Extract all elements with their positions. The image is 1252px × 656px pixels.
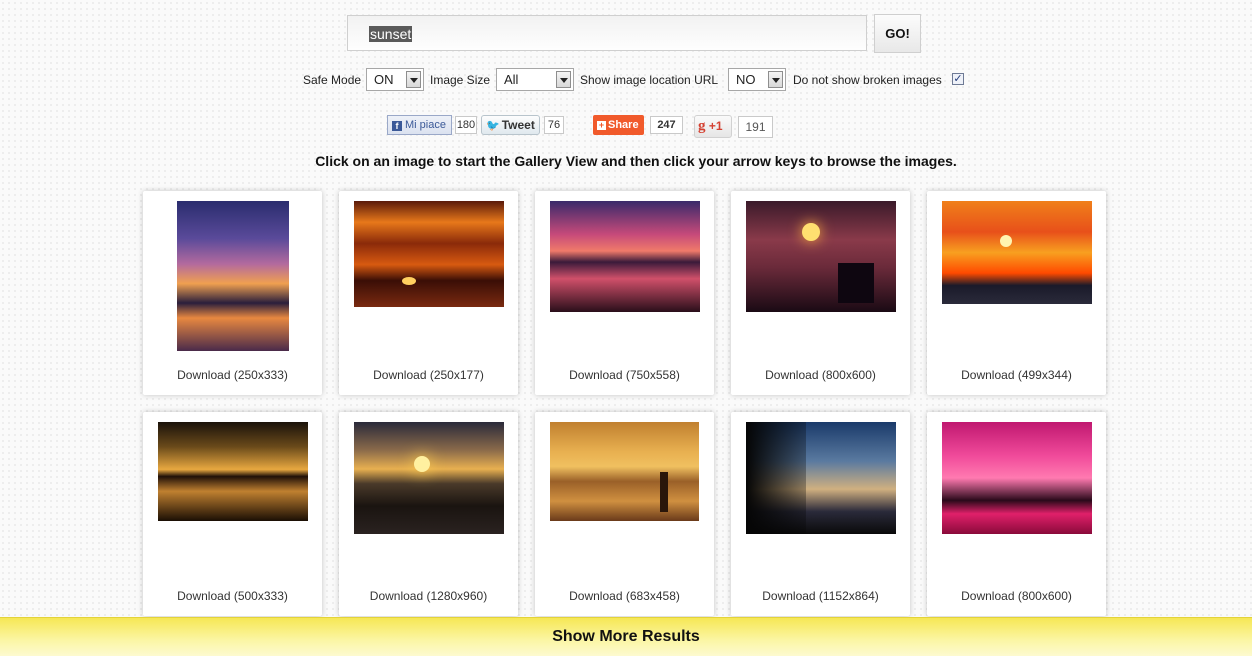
location-url-label: Show image location URL bbox=[580, 73, 719, 87]
instructions-text: Click on an image to start the Gallery V… bbox=[315, 153, 957, 169]
tweet-button[interactable]: 🐦 Tweet bbox=[481, 115, 540, 135]
image-size-label: Image Size bbox=[430, 73, 491, 87]
result-image[interactable] bbox=[746, 422, 896, 534]
result-card[interactable]: Download (1280x960) bbox=[339, 412, 518, 616]
facebook-like-label: Mi piace bbox=[405, 119, 446, 131]
download-link[interactable]: Download (500x333) bbox=[143, 589, 322, 603]
download-link[interactable]: Download (250x333) bbox=[143, 368, 322, 382]
result-card[interactable]: Download (800x600) bbox=[927, 412, 1106, 616]
gplus-label: +1 bbox=[708, 119, 723, 133]
download-link[interactable]: Download (683x458) bbox=[535, 589, 714, 603]
google-plus-button[interactable]: g +1 bbox=[694, 115, 732, 138]
gplus-count: 191 bbox=[738, 116, 773, 138]
result-image[interactable] bbox=[354, 422, 504, 534]
go-button[interactable]: GO! bbox=[874, 14, 921, 53]
chevron-down-icon bbox=[768, 71, 783, 88]
facebook-count: 180 bbox=[455, 116, 477, 134]
result-image[interactable] bbox=[158, 422, 308, 521]
chevron-down-icon bbox=[406, 71, 421, 88]
download-link[interactable]: Download (250x177) bbox=[339, 368, 518, 382]
facebook-icon: f bbox=[392, 121, 402, 131]
image-size-value: All bbox=[504, 72, 519, 87]
tweet-label: Tweet bbox=[501, 118, 535, 132]
result-card[interactable]: Download (499x344) bbox=[927, 191, 1106, 395]
result-card[interactable]: Download (1152x864) bbox=[731, 412, 910, 616]
download-link[interactable]: Download (800x600) bbox=[731, 368, 910, 382]
download-link[interactable]: Download (1152x864) bbox=[731, 589, 910, 603]
location-url-value: NO bbox=[736, 72, 756, 87]
google-icon: g bbox=[698, 118, 706, 134]
result-card[interactable]: Download (250x177) bbox=[339, 191, 518, 395]
download-link[interactable]: Download (750x558) bbox=[535, 368, 714, 382]
search-input-value: sunset bbox=[369, 26, 413, 42]
plus-icon: + bbox=[597, 120, 606, 130]
share-count: 247 bbox=[650, 116, 683, 134]
result-image[interactable] bbox=[746, 201, 896, 312]
result-image[interactable] bbox=[354, 201, 504, 307]
result-card[interactable]: Download (750x558) bbox=[535, 191, 714, 395]
show-more-results-button[interactable]: Show More Results bbox=[0, 617, 1252, 656]
result-image[interactable] bbox=[942, 201, 1092, 304]
safe-mode-label: Safe Mode bbox=[303, 73, 362, 87]
search-input[interactable]: sunset bbox=[347, 15, 867, 51]
broken-images-checkbox[interactable]: ✓ bbox=[952, 73, 964, 85]
safe-mode-value: ON bbox=[374, 72, 394, 87]
result-card[interactable]: Download (683x458) bbox=[535, 412, 714, 616]
twitter-bird-icon: 🐦 bbox=[486, 120, 500, 132]
result-card[interactable]: Download (800x600) bbox=[731, 191, 910, 395]
result-card[interactable]: Download (500x333) bbox=[143, 412, 322, 616]
location-url-select[interactable]: NO bbox=[728, 68, 786, 91]
tweet-count: 76 bbox=[544, 116, 564, 134]
facebook-like-button[interactable]: f Mi piace bbox=[387, 115, 452, 135]
broken-images-label: Do not show broken images bbox=[793, 73, 942, 87]
chevron-down-icon bbox=[556, 71, 571, 88]
share-button[interactable]: + Share bbox=[593, 115, 644, 135]
result-image[interactable] bbox=[550, 422, 699, 521]
download-link[interactable]: Download (800x600) bbox=[927, 589, 1106, 603]
image-size-select[interactable]: All bbox=[496, 68, 574, 91]
safe-mode-select[interactable]: ON bbox=[366, 68, 424, 91]
result-image[interactable] bbox=[177, 201, 289, 351]
result-card[interactable]: Download (250x333) bbox=[143, 191, 322, 395]
download-link[interactable]: Download (1280x960) bbox=[339, 589, 518, 603]
share-label: Share bbox=[608, 119, 639, 131]
result-image[interactable] bbox=[942, 422, 1092, 534]
result-image[interactable] bbox=[550, 201, 700, 312]
download-link[interactable]: Download (499x344) bbox=[927, 368, 1106, 382]
